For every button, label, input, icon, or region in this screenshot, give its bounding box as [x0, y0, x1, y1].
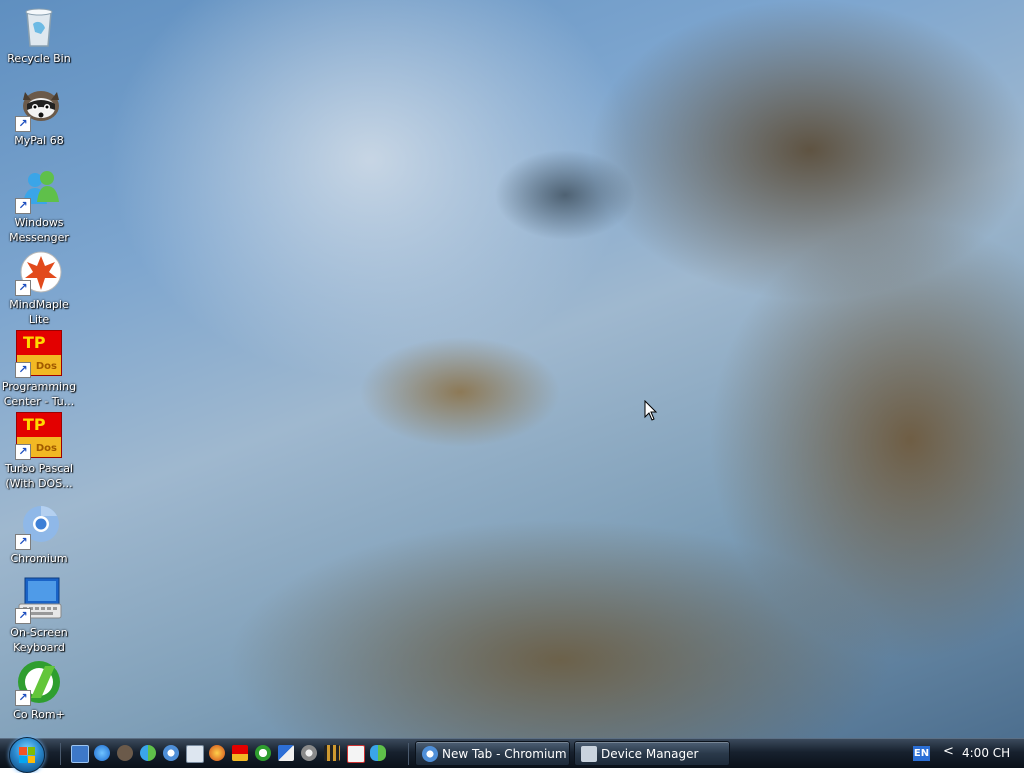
film-icon[interactable] — [324, 745, 340, 761]
tp-icon-subtext: Dos — [35, 443, 57, 454]
desktop-icon-windows-messenger[interactable]: ↗ Windows Messenger — [0, 166, 78, 245]
desktop-icon-label: Windows Messenger — [9, 216, 69, 244]
shortcut-arrow-icon: ↗ — [15, 608, 31, 624]
task-label: Device Manager — [601, 747, 699, 761]
mindmaple-icon: ↗ — [15, 248, 63, 296]
taskbar-separator — [60, 743, 61, 765]
desktop-icon-label: Programming Center - Tu... — [1, 380, 77, 408]
shortcut-arrow-icon: ↗ — [15, 362, 31, 378]
tp-icon[interactable] — [232, 745, 248, 761]
device-manager-icon — [581, 746, 597, 762]
mouse-cursor-icon — [644, 400, 658, 421]
desktop-icon-label: Turbo Pascal (With DOS... — [4, 462, 74, 490]
desktop-icon-turbo-pascal[interactable]: TP Dos ↗ Turbo Pascal (With DOS... — [0, 412, 78, 491]
show-desktop-icon[interactable] — [71, 745, 89, 763]
shortcut-arrow-icon: ↗ — [15, 690, 31, 706]
taskbar-task-chromium[interactable]: New Tab - Chromium — [415, 741, 570, 766]
chromium-icon[interactable] — [163, 745, 179, 761]
taskbar-clock[interactable]: 4:00 CH — [962, 746, 1010, 760]
chromium-icon: ↗ — [15, 502, 63, 550]
desktop-icon-chromium[interactable]: ↗ Chromium — [0, 502, 78, 566]
desktop-icon-label: MyPal 68 — [14, 134, 64, 147]
tp-icon-subtext: Dos — [35, 361, 57, 372]
chromium-icon — [422, 746, 438, 762]
mypal-icon[interactable] — [117, 745, 133, 761]
keyboard-icon: ↗ — [15, 576, 63, 624]
desktop-icon-recycle-bin[interactable]: Recycle Bin — [0, 2, 78, 66]
taskbar: New Tab - Chromium Device Manager EN < 4… — [0, 737, 1024, 773]
messenger-icon: ↗ — [15, 166, 63, 214]
desktop-icon-label: MindMaple Lite — [9, 298, 69, 326]
desktop-icon-label: Co Rom+ — [13, 708, 65, 721]
tray-expand-chevron-icon[interactable]: < — [943, 744, 954, 759]
cards-icon[interactable] — [347, 745, 365, 763]
shortcut-arrow-icon: ↗ — [15, 198, 31, 214]
recycle-bin-icon — [15, 2, 63, 50]
taskbar-task-device-manager[interactable]: Device Manager — [574, 741, 730, 766]
tp-icon-text: TP — [23, 415, 46, 434]
shortcut-arrow-icon: ↗ — [15, 534, 31, 550]
gear-icon[interactable] — [301, 745, 317, 761]
desktop-icon-label: Recycle Bin — [7, 52, 71, 65]
tp-icon-text: TP — [23, 333, 46, 352]
keyboard-icon[interactable] — [186, 745, 204, 763]
shortcut-arrow-icon: ↗ — [15, 444, 31, 460]
tp-dos-icon: TP Dos ↗ — [15, 412, 63, 460]
desktop-icon-on-screen-keyboard[interactable]: ↗ On-Screen Keyboard — [0, 576, 78, 655]
desktop-icon-mindmaple-lite[interactable]: ↗ MindMaple Lite — [0, 248, 78, 327]
task-label: New Tab - Chromium — [442, 747, 567, 761]
mail-icon[interactable] — [278, 745, 294, 761]
desktop-icon-programming-center[interactable]: TP Dos ↗ Programming Center - Tu... — [0, 330, 78, 409]
desktop-icon-co-rom[interactable]: ↗ Co Rom+ — [0, 658, 78, 722]
desktop-icon-label: On-Screen Keyboard — [10, 626, 68, 654]
language-indicator[interactable]: EN — [913, 746, 930, 761]
users-icon[interactable] — [370, 745, 386, 761]
windows-flag-icon — [19, 747, 35, 763]
shortcut-arrow-icon: ↗ — [15, 280, 31, 296]
desktop-icon-mypal-68[interactable]: ↗ MyPal 68 — [0, 84, 78, 148]
tp-dos-icon: TP Dos ↗ — [15, 330, 63, 378]
corom-icon: ↗ — [15, 658, 63, 706]
tool-icon[interactable] — [209, 745, 225, 761]
messenger-icon[interactable] — [140, 745, 156, 761]
ie-icon[interactable] — [94, 745, 110, 761]
corom-icon[interactable] — [255, 745, 271, 761]
taskbar-separator — [408, 743, 409, 765]
mypal-raccoon-icon: ↗ — [15, 84, 63, 132]
desktop-wallpaper: Recycle Bin ↗ MyPal 68 ↗ Windows Messeng… — [0, 0, 1024, 738]
desktop-icon-label: Chromium — [10, 552, 68, 565]
shortcut-arrow-icon: ↗ — [15, 116, 31, 132]
